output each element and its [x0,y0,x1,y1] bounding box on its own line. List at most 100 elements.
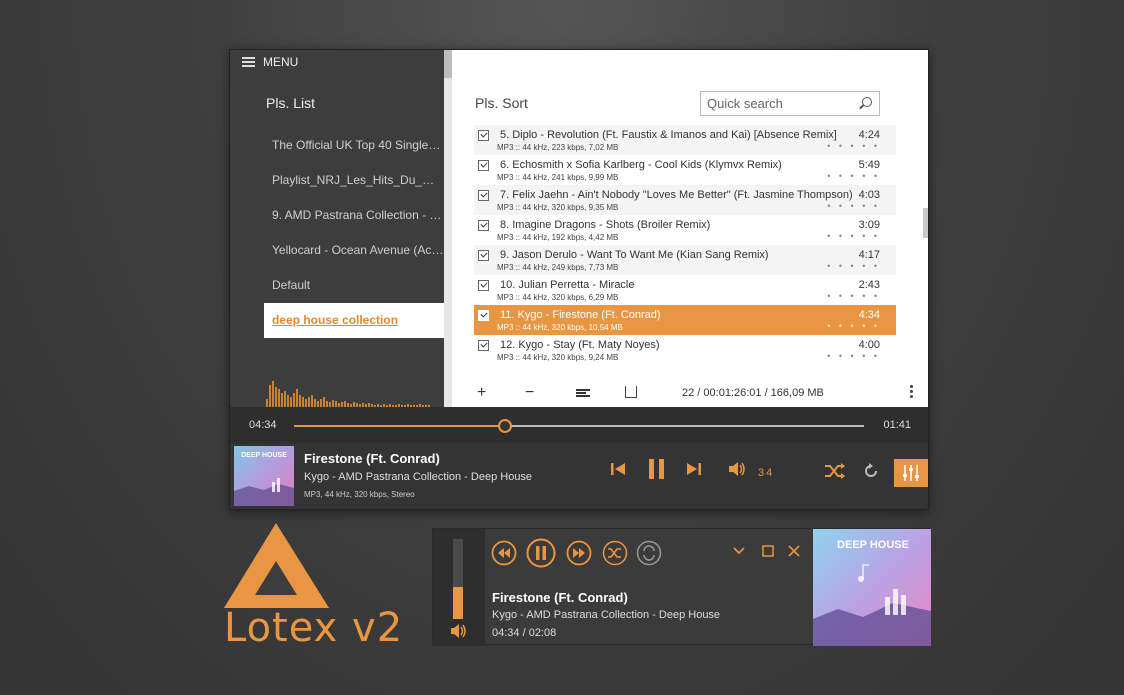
track-name: 11. Kygo - Firestone (Ft. Conrad) [500,309,661,321]
track-meta: MP3 :: 44 kHz, 320 kbps, 9,24 MB [497,353,619,362]
save-icon[interactable] [625,386,637,398]
prev-icon[interactable] [610,461,626,477]
playlist-item[interactable]: 9. AMD Pastrana Collection - Deep House [264,198,444,233]
track-name: 9. Jason Derulo - Want To Want Me (Kian … [500,249,769,261]
sort-icon[interactable] [576,389,590,397]
close-icon[interactable] [788,545,800,557]
spectrum-bar [287,395,289,407]
sidebar-scrollbar[interactable] [444,50,452,407]
track-duration: 4:34 [858,309,880,321]
spectrum-bar [278,389,280,407]
spectrum-bar [332,400,334,407]
volume-icon[interactable] [728,461,746,477]
spectrum-bar [272,381,274,407]
spectrum-bar [290,397,292,407]
repeat-icon[interactable] [863,463,879,479]
playlist-item[interactable]: The Official UK Top 40 Singles Chart [264,128,444,163]
menu-button[interactable]: MENU [242,55,298,69]
track-row[interactable]: 7. Felix Jaehn - Ain't Nobody "Loves Me … [474,185,896,215]
chevron-down-icon[interactable] [733,547,745,555]
add-button[interactable]: + [477,385,486,401]
track-checkbox[interactable] [478,310,489,321]
scrollbar-thumb[interactable] [444,50,452,78]
lotex-logo [224,523,329,608]
seek-handle[interactable] [497,419,512,433]
spectrum-bar [266,399,268,407]
spectrum-bar [308,397,310,407]
spectrum-bar [314,399,316,407]
mini-player: Firestone (Ft. Conrad) Kygo - AMD Pastra… [432,528,931,646]
pause-icon[interactable] [648,459,666,479]
mini-volume[interactable] [433,529,485,646]
search-icon[interactable] [862,97,872,107]
track-format: MP3, 44 kHz, 320 kbps, Stereo [304,490,415,499]
rewind-icon[interactable] [491,540,517,566]
track-checkbox[interactable] [478,160,489,171]
shuffle-icon[interactable] [602,540,628,566]
track-row[interactable]: 12. Kygo - Stay (Ft. Maty Noyes) MP3 :: 4… [474,335,896,365]
main-window: MENU Pls. List The Official UK Top 40 Si… [229,49,929,510]
track-checkbox[interactable] [478,190,489,201]
track-artist-album: Kygo - AMD Pastrana Collection - Deep Ho… [304,471,533,483]
track-duration: 5:49 [858,159,880,171]
spectrum-bar [320,399,322,407]
cover-text: DEEP HOUSE [241,452,287,459]
pause-icon[interactable] [526,538,556,568]
playlist-content: Pls. Sort Quick search 5. Diplo - Revolu… [452,50,928,407]
search-input[interactable]: Quick search [700,91,880,116]
playlist-item[interactable]: Playlist_NRJ_Les_Hits_Du_Moment [264,163,444,198]
scrollbar-thumb[interactable] [923,208,928,238]
track-row[interactable]: 9. Jason Derulo - Want To Want Me (Kian … [474,245,896,275]
repeat-icon[interactable] [636,540,662,566]
track-row[interactable]: 10. Julian Perretta - Miracle MP3 :: 44 k… [474,275,896,305]
track-rating[interactable]: • • • • • [827,351,880,361]
spectrum-bar [284,391,286,407]
track-rating[interactable]: • • • • • [827,231,880,241]
volume-fill [453,587,463,619]
playlist-title: Pls. List [266,95,316,111]
playlist-item[interactable]: Default [264,268,444,303]
seek-bar[interactable] [294,419,864,433]
playlist-item[interactable]: Yellocard - Ocean Avenue (Acoustic) [264,233,444,268]
track-rating[interactable]: • • • • • [827,201,880,211]
remove-button[interactable]: − [525,385,534,401]
track-row[interactable]: 5. Diplo - Revolution (Ft. Faustix & Ima… [474,125,896,155]
track-checkbox[interactable] [478,130,489,141]
track-meta: MP3 :: 44 kHz, 241 kbps, 9,99 MB [497,173,619,182]
more-icon[interactable] [910,385,914,400]
track-rating[interactable]: • • • • • [827,291,880,301]
track-checkbox[interactable] [478,280,489,291]
track-row[interactable]: 11. Kygo - Firestone (Ft. Conrad)MP3 :: … [474,305,896,335]
next-icon[interactable] [686,461,702,477]
playlist-item[interactable]: deep house collection [264,303,444,338]
equalizer-button[interactable] [894,459,928,487]
seek-fill [294,425,505,427]
track-name: 6. Echosmith x Sofia Karlberg - Cool Kid… [500,159,782,171]
spectrum-bar [275,387,277,407]
track-rating[interactable]: • • • • • [827,261,880,271]
track-checkbox[interactable] [478,250,489,261]
menu-label: MENU [263,55,299,69]
spectrum-bar [293,393,295,407]
track-row[interactable]: 6. Echosmith x Sofia Karlberg - Cool Kid… [474,155,896,185]
track-checkbox[interactable] [478,220,489,231]
menu-icon [242,57,255,67]
maximize-icon[interactable] [762,545,774,557]
track-row[interactable]: 8. Imagine Dragons - Shots (Broiler Remi… [474,215,896,245]
volume-icon[interactable] [450,624,468,638]
track-rating[interactable]: • • • • • [827,171,880,181]
track-rating[interactable]: • • • • • [827,321,880,331]
track-list-scrollbar[interactable] [922,125,928,365]
playlist-list: The Official UK Top 40 Singles ChartPlay… [264,128,444,338]
spectrum-bar [281,393,283,407]
track-checkbox[interactable] [478,340,489,351]
fast-forward-icon[interactable] [566,540,592,566]
spectrum-bar [269,385,271,407]
current-time: 04:34 [249,419,277,431]
player-bar: 04:34 01:41 DEEP HOUSE Firestone (Ft. Co… [230,407,928,509]
track-rating[interactable]: • • • • • [827,141,880,151]
playlist-toolbar: + − 22 / 00:01:26:01 / 166,09 MB [474,384,914,404]
track-meta: MP3 :: 44 kHz, 320 kbps, 10,54 MB [497,323,623,332]
sort-title: Pls. Sort [475,95,528,111]
shuffle-icon[interactable] [824,463,846,479]
